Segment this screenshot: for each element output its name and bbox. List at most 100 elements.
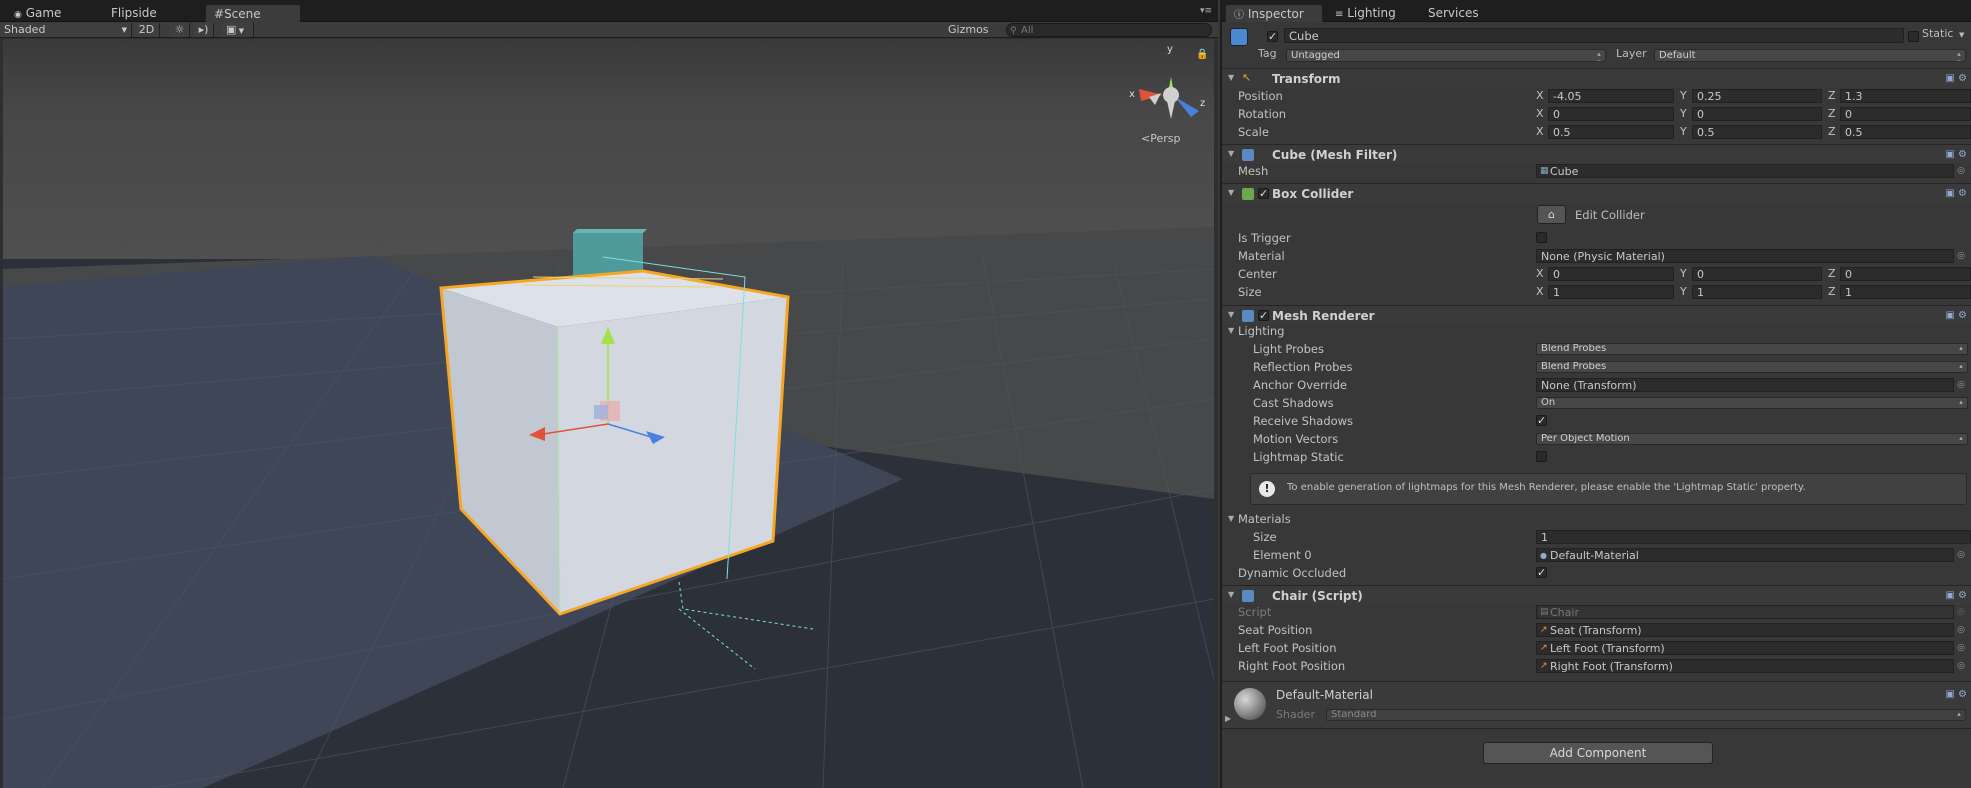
motion-vectors-dropdown[interactable]: Per Object Motion xyxy=(1536,433,1968,445)
scene-toolbar: Shaded ▼ 2D ☼ ▸) ▣ ▼ Gizmos ▼ ⚲ All xyxy=(0,22,1218,50)
box-collider-header[interactable]: ▼ ✓ Box Collider ▣ ⚙ xyxy=(1222,183,1971,203)
panel-menu-icon[interactable]: ▾≡ xyxy=(1200,6,1212,16)
tab-flipside[interactable]: Flipside xyxy=(103,4,173,22)
scale-y-field[interactable]: 0.5 xyxy=(1692,125,1822,139)
mesh-object-field[interactable]: ▦ Cube xyxy=(1536,164,1954,178)
scene-lighting-toggle[interactable]: ☼ xyxy=(170,23,190,37)
script-icon xyxy=(1242,590,1254,602)
active-checkbox[interactable]: ✓ xyxy=(1267,31,1278,42)
tab-game[interactable]: ◉ Game xyxy=(6,4,66,22)
position-y-field[interactable]: 0.25 xyxy=(1692,89,1822,103)
audio-toggle[interactable]: ▸) xyxy=(194,23,214,37)
collider-material-row: Material None (Physic Material) ◎ xyxy=(1222,247,1971,265)
shader-dropdown[interactable]: Standard xyxy=(1326,709,1966,721)
material-sphere-preview xyxy=(1234,688,1266,720)
right-foot-value: Right Foot (Transform) xyxy=(1550,660,1673,673)
dynamic-occluded-checkbox[interactable]: ✓ xyxy=(1536,567,1547,578)
object-picker-icon[interactable]: ◎ xyxy=(1957,621,1965,639)
light-probes-dropdown[interactable]: Blend Probes xyxy=(1536,343,1968,355)
lightmap-info-box: ! To enable generation of lightmaps for … xyxy=(1250,473,1967,505)
transform-axis-icon: ↗ xyxy=(1540,625,1548,635)
tab-flipside-label: Flipside xyxy=(111,6,157,20)
object-picker-icon[interactable]: ◎ xyxy=(1957,376,1965,394)
reflection-probes-dropdown[interactable]: Blend Probes xyxy=(1536,361,1968,373)
shading-value: Shaded xyxy=(4,23,46,36)
layer-dropdown[interactable]: Default xyxy=(1654,49,1966,62)
projection-label[interactable]: <Persp xyxy=(1141,132,1180,145)
motion-vectors-label: Motion Vectors xyxy=(1253,432,1339,446)
scale-x-field[interactable]: 0.5 xyxy=(1548,125,1674,139)
effects-dropdown[interactable]: ▣ ▼ xyxy=(222,23,254,37)
add-component-button[interactable]: Add Component xyxy=(1483,742,1713,764)
right-foot-field[interactable]: ↗ Right Foot (Transform) xyxy=(1536,659,1954,673)
tab-services[interactable]: Services xyxy=(1420,4,1490,22)
help-settings-icon[interactable]: ▣ ⚙ xyxy=(1945,689,1967,700)
foldout-closed-icon: ▶ xyxy=(1225,714,1232,723)
materials-size-field[interactable]: 1 xyxy=(1536,530,1971,544)
tab-lighting[interactable]: ≡ Lighting xyxy=(1327,4,1407,22)
help-settings-icon[interactable]: ▣ ⚙ xyxy=(1945,590,1967,601)
cast-shadows-dropdown[interactable]: On xyxy=(1536,397,1968,409)
tab-inspector[interactable]: ⓘ Inspector xyxy=(1225,4,1323,22)
scene-viewport[interactable]: y x z 🔒 <Persp xyxy=(3,39,1214,788)
transform-header[interactable]: ▼ ↖ Transform ▣ ⚙ xyxy=(1222,68,1971,88)
center-z-field[interactable]: 0 xyxy=(1840,267,1971,281)
size-y-field[interactable]: 1 xyxy=(1692,285,1822,299)
motion-vectors-row: Motion Vectors Per Object Motion xyxy=(1222,430,1971,448)
static-dropdown-icon[interactable]: ▼ xyxy=(1959,31,1964,39)
left-foot-field[interactable]: ↗ Left Foot (Transform) xyxy=(1536,641,1954,655)
z-label: Z xyxy=(1828,285,1836,298)
object-picker-icon[interactable]: ◎ xyxy=(1957,639,1965,657)
size-x-field[interactable]: 1 xyxy=(1548,285,1674,299)
rotation-x-field[interactable]: 0 xyxy=(1548,107,1674,121)
materials-foldout[interactable]: ▼ Materials xyxy=(1222,510,1971,528)
rotation-z-field[interactable]: 0 xyxy=(1840,107,1971,121)
box-collider-enabled-checkbox[interactable]: ✓ xyxy=(1258,188,1269,199)
shading-dropdown[interactable]: Shaded ▼ xyxy=(0,23,132,37)
seat-position-field[interactable]: ↗ Seat (Transform) xyxy=(1536,623,1954,637)
anchor-override-field[interactable]: None (Transform) xyxy=(1536,378,1954,392)
help-settings-icon[interactable]: ▣ ⚙ xyxy=(1945,310,1967,321)
y-label: Y xyxy=(1680,285,1687,298)
position-z-field[interactable]: 1.3 xyxy=(1840,89,1971,103)
help-settings-icon[interactable]: ▣ ⚙ xyxy=(1945,188,1967,199)
scale-z-field[interactable]: 0.5 xyxy=(1840,125,1971,139)
material-label: Material xyxy=(1238,249,1285,263)
tag-dropdown[interactable]: Untagged xyxy=(1286,49,1606,62)
help-settings-icon[interactable]: ▣ ⚙ xyxy=(1945,149,1967,160)
object-name-input[interactable]: Cube xyxy=(1284,28,1904,43)
lighting-foldout[interactable]: ▼ Lighting xyxy=(1222,322,1971,340)
position-x-field[interactable]: -4.05 xyxy=(1548,89,1674,103)
element0-value: Default-Material xyxy=(1550,549,1639,562)
edit-collider-button[interactable]: ⌂ xyxy=(1537,205,1566,224)
static-checkbox[interactable] xyxy=(1908,31,1919,42)
element0-field[interactable]: ● Default-Material xyxy=(1536,548,1954,562)
tab-scene[interactable]: #Scene xyxy=(205,4,301,22)
chair-script-header[interactable]: ▼ Chair (Script) ▣ ⚙ xyxy=(1222,585,1971,605)
collider-material-field[interactable]: None (Physic Material) xyxy=(1536,249,1954,263)
lock-icon[interactable]: 🔒 xyxy=(1196,48,1208,60)
object-picker-icon[interactable]: ◎ xyxy=(1957,546,1965,564)
search-placeholder: All xyxy=(1021,25,1034,36)
teal-cube-top xyxy=(573,229,647,233)
lightmap-static-checkbox[interactable] xyxy=(1536,451,1547,462)
help-settings-icon[interactable]: ▣ ⚙ xyxy=(1945,73,1967,84)
center-x-field[interactable]: 0 xyxy=(1548,267,1674,281)
toggle-2d-button[interactable]: 2D xyxy=(134,23,160,37)
receive-shadows-label: Receive Shadows xyxy=(1253,414,1354,428)
object-picker-icon[interactable]: ◎ xyxy=(1957,162,1965,180)
size-z-field[interactable]: 1 xyxy=(1840,285,1971,299)
rotation-y-field[interactable]: 0 xyxy=(1692,107,1822,121)
gizmos-dropdown[interactable]: Gizmos ▼ xyxy=(944,23,996,50)
is-trigger-checkbox[interactable] xyxy=(1536,232,1547,243)
object-picker-icon[interactable]: ◎ xyxy=(1957,657,1965,675)
left-foot-row: Left Foot Position ↗ Left Foot (Transform… xyxy=(1222,639,1971,657)
center-y-field[interactable]: 0 xyxy=(1692,267,1822,281)
scene-search-input[interactable]: ⚲ All xyxy=(1006,23,1212,37)
mesh-grid-icon: ▦ xyxy=(1540,166,1549,176)
object-picker-icon[interactable]: ◎ xyxy=(1957,247,1965,265)
material-header[interactable]: ▶ Default-Material Shader Standard ▣ ⚙ xyxy=(1222,681,1971,729)
mesh-renderer-enabled-checkbox[interactable]: ✓ xyxy=(1258,310,1269,321)
mesh-filter-header[interactable]: ▼ Cube (Mesh Filter) ▣ ⚙ xyxy=(1222,144,1971,164)
receive-shadows-checkbox[interactable]: ✓ xyxy=(1536,415,1547,426)
